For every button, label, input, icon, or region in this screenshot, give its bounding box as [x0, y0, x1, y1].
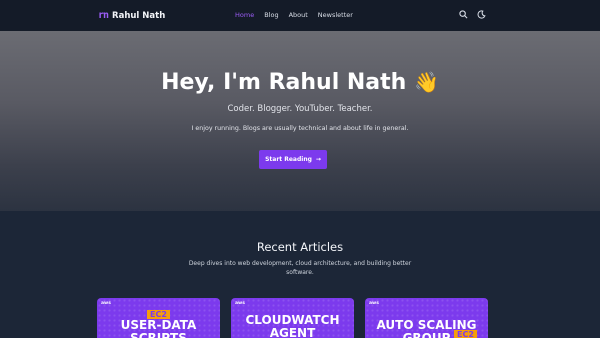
top-navbar: rn Rahul Nath Home Blog About Newsletter	[0, 0, 600, 31]
site-logo[interactable]: rn Rahul Nath	[98, 10, 165, 21]
logo-mark: rn	[98, 10, 109, 21]
arrow-right-icon: →	[315, 156, 321, 163]
recent-articles-heading: Recent Articles	[256, 240, 344, 254]
site-name: Rahul Nath	[112, 10, 166, 21]
nav-link-blog[interactable]: Blog	[264, 11, 278, 19]
recent-articles-description: Deep dives into web development, cloud a…	[188, 260, 412, 276]
nav-link-newsletter[interactable]: Newsletter	[318, 11, 353, 19]
aws-logo-icon: aws	[101, 301, 111, 306]
article-card[interactable]: aws AUTO SCALING GROUP EC2	[365, 298, 488, 338]
moon-icon[interactable]	[477, 10, 486, 19]
article-card-title: USER-DATA SCRIPTS	[120, 318, 197, 338]
hero-subtitle: Coder. Blogger. YouTuber. Teacher.	[227, 104, 373, 114]
article-card[interactable]: aws CLOUDWATCH AGENT	[231, 298, 354, 338]
hero-title-text: Hey, I'm Rahul Nath	[161, 70, 407, 95]
hero-title: Hey, I'm Rahul Nath 👋	[0, 70, 600, 95]
start-reading-label: Start Reading	[265, 156, 312, 163]
nav-link-home[interactable]: Home	[235, 11, 254, 19]
aws-logo-icon: aws	[369, 301, 379, 306]
nav-actions	[459, 10, 486, 19]
ec2-badge: EC2	[454, 330, 477, 338]
hero-description: I enjoy running. Blogs are usually techn…	[191, 125, 409, 132]
main-menu: Home Blog About Newsletter	[235, 11, 353, 19]
waving-hand-icon: 👋	[414, 70, 439, 94]
nav-link-about[interactable]: About	[289, 11, 308, 19]
start-reading-button[interactable]: Start Reading →	[259, 150, 327, 169]
hero-section	[0, 31, 600, 211]
aws-logo-icon: aws	[235, 301, 245, 306]
article-card-title: CLOUDWATCH AGENT	[245, 313, 340, 338]
search-icon[interactable]	[459, 10, 468, 19]
article-card[interactable]: aws EC2 USER-DATA SCRIPTS	[97, 298, 220, 338]
